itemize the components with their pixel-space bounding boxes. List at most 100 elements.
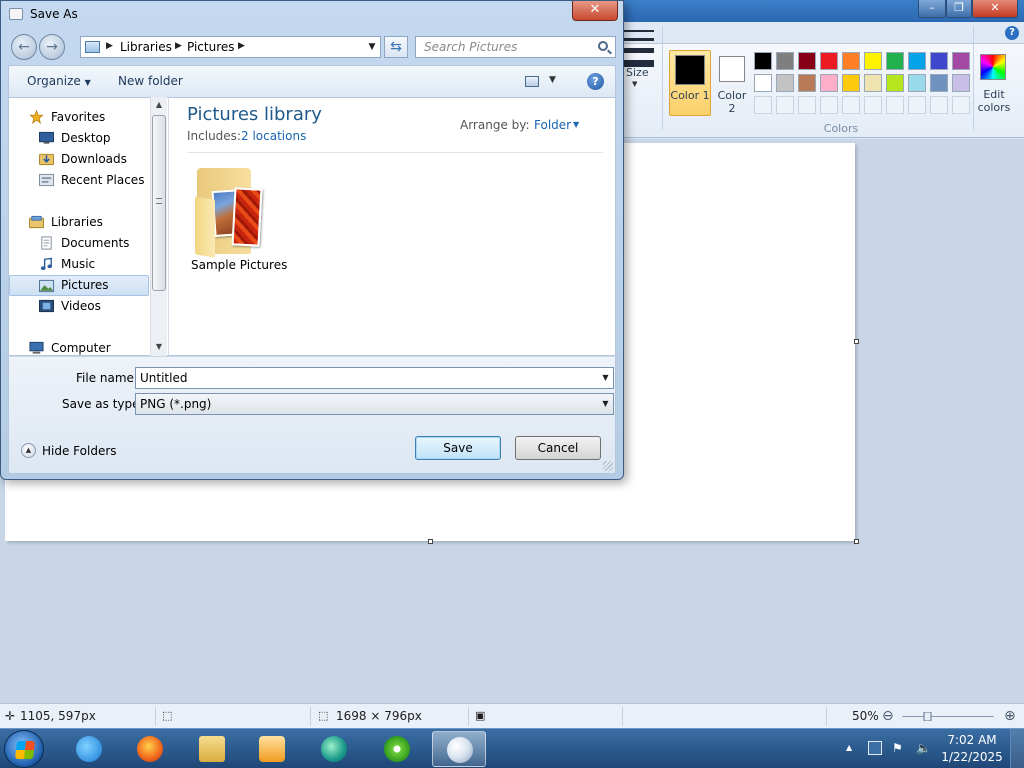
breadcrumb-pictures[interactable]: Pictures [187,40,235,54]
custom-color-slot[interactable] [952,96,970,114]
help-icon[interactable]: ? [1005,26,1019,40]
palette-swatch[interactable] [952,74,970,92]
custom-color-slot[interactable] [820,96,838,114]
palette-swatch[interactable] [798,74,816,92]
address-dropdown-icon[interactable]: ▼ [364,37,380,57]
palette-swatch[interactable] [864,74,882,92]
nav-item-recent-places[interactable]: Recent Places [9,170,149,191]
save-type-select[interactable]: PNG (*.png) [135,393,614,415]
save-type-dropdown-icon[interactable]: ▼ [598,394,613,414]
show-desktop-button[interactable] [1010,729,1024,768]
palette-swatch[interactable] [798,52,816,70]
zoom-in-icon[interactable]: ⊕ [1004,704,1016,729]
palette-swatch[interactable] [754,52,772,70]
minimize-button[interactable]: – [918,0,946,18]
save-button[interactable]: Save [415,436,501,460]
chevron-right-icon[interactable]: ▶ [238,41,245,51]
resize-handle[interactable] [854,339,859,344]
clock-date[interactable]: 1/22/2025 [940,750,1004,764]
scroll-down-icon[interactable]: ▼ [151,339,167,355]
forward-button[interactable]: → [39,34,65,60]
new-folder-button[interactable]: New folder [118,74,183,88]
resize-grip[interactable] [603,461,613,471]
nav-scrollbar[interactable]: ▲ ▼ [150,97,167,356]
custom-color-slot[interactable] [842,96,860,114]
network-icon[interactable] [868,741,882,755]
palette-swatch[interactable] [842,52,860,70]
chevron-down-icon[interactable]: ▼ [573,120,579,129]
start-button[interactable] [4,730,44,768]
custom-color-slot[interactable] [908,96,926,114]
palette-swatch[interactable] [842,74,860,92]
close-button[interactable]: ✕ [972,0,1018,18]
refresh-button[interactable]: ⇆ [384,36,408,58]
search-icon[interactable] [598,41,608,51]
palette-swatch[interactable] [930,52,948,70]
custom-color-slot[interactable] [864,96,882,114]
taskbar-app-photos[interactable] [307,731,361,767]
palette-swatch[interactable] [908,74,926,92]
zoom-out-icon[interactable]: ⊖ [882,704,894,729]
palette-swatch[interactable] [864,52,882,70]
taskbar-app-internet-explorer[interactable] [62,731,116,767]
nav-item-pictures[interactable]: Pictures [9,275,149,296]
custom-color-slot[interactable] [776,96,794,114]
taskbar-app-media-center[interactable] [370,731,424,767]
palette-swatch[interactable] [908,52,926,70]
palette-swatch[interactable] [776,52,794,70]
dialog-close-button[interactable]: ✕ [572,1,618,21]
palette-swatch[interactable] [886,52,904,70]
palette-swatch[interactable] [776,74,794,92]
taskbar-app-file-explorer[interactable] [185,731,239,767]
volume-muted-icon[interactable]: 🔈 [916,741,931,755]
color2-swatch[interactable] [719,56,745,82]
zoom-slider[interactable] [902,712,994,721]
back-button[interactable]: ← [11,34,37,60]
palette-swatch[interactable] [952,52,970,70]
resize-handle[interactable] [854,539,859,544]
nav-item-computer[interactable]: Computer [9,338,149,355]
palette-swatch[interactable] [930,74,948,92]
palette-swatch[interactable] [886,74,904,92]
help-icon[interactable]: ? [587,73,604,90]
nav-item-libraries[interactable]: Libraries [9,212,149,233]
scroll-up-icon[interactable]: ▲ [151,97,167,113]
show-hidden-icons[interactable]: ▲ [846,741,860,755]
size-button[interactable] [622,30,662,100]
edit-colors-button[interactable]: Edit colors [976,50,1012,114]
taskbar-app-paint[interactable] [432,731,486,767]
custom-color-slot[interactable] [930,96,948,114]
nav-item-desktop[interactable]: Desktop [9,128,149,149]
nav-item-videos[interactable]: Videos [9,296,149,317]
arrange-by-dropdown[interactable]: Folder [534,118,571,132]
chevron-right-icon[interactable]: ▶ [175,41,182,51]
file-name-dropdown-icon[interactable]: ▼ [598,368,613,388]
maximize-button[interactable]: ❐ [946,0,972,18]
action-center-flag-icon[interactable]: ⚑ [892,741,906,755]
clock-time[interactable]: 7:02 AM [942,733,1002,747]
nav-item-music[interactable]: Music [9,254,149,275]
resize-handle[interactable] [428,539,433,544]
scrollbar-thumb[interactable] [152,115,166,291]
file-name-input[interactable] [135,367,614,389]
palette-swatch[interactable] [820,74,838,92]
search-input[interactable]: Search Pictures [415,36,616,58]
palette-swatch[interactable] [820,52,838,70]
change-view-button[interactable]: ▼ [525,74,559,90]
custom-color-slot[interactable] [886,96,904,114]
nav-item-documents[interactable]: Documents [9,233,149,254]
custom-color-slot[interactable] [754,96,772,114]
organize-button[interactable]: Organize ▼ [27,74,91,88]
cancel-button[interactable]: Cancel [515,436,601,460]
library-locations-link[interactable]: 2 locations [241,129,306,143]
nav-item-favorites[interactable]: Favorites [9,107,149,128]
nav-item-downloads[interactable]: Downloads [9,149,149,170]
taskbar-app-firefox[interactable] [123,731,177,767]
address-bar[interactable]: ▶ Libraries ▶ Pictures ▶ [80,36,381,58]
custom-color-slot[interactable] [798,96,816,114]
folder-item-sample-pictures[interactable]: Sample Pictures [191,158,287,274]
breadcrumb-libraries[interactable]: Libraries [120,40,172,54]
chevron-right-icon[interactable]: ▶ [106,41,113,51]
palette-swatch[interactable] [754,74,772,92]
taskbar-app-media-player[interactable] [245,731,299,767]
